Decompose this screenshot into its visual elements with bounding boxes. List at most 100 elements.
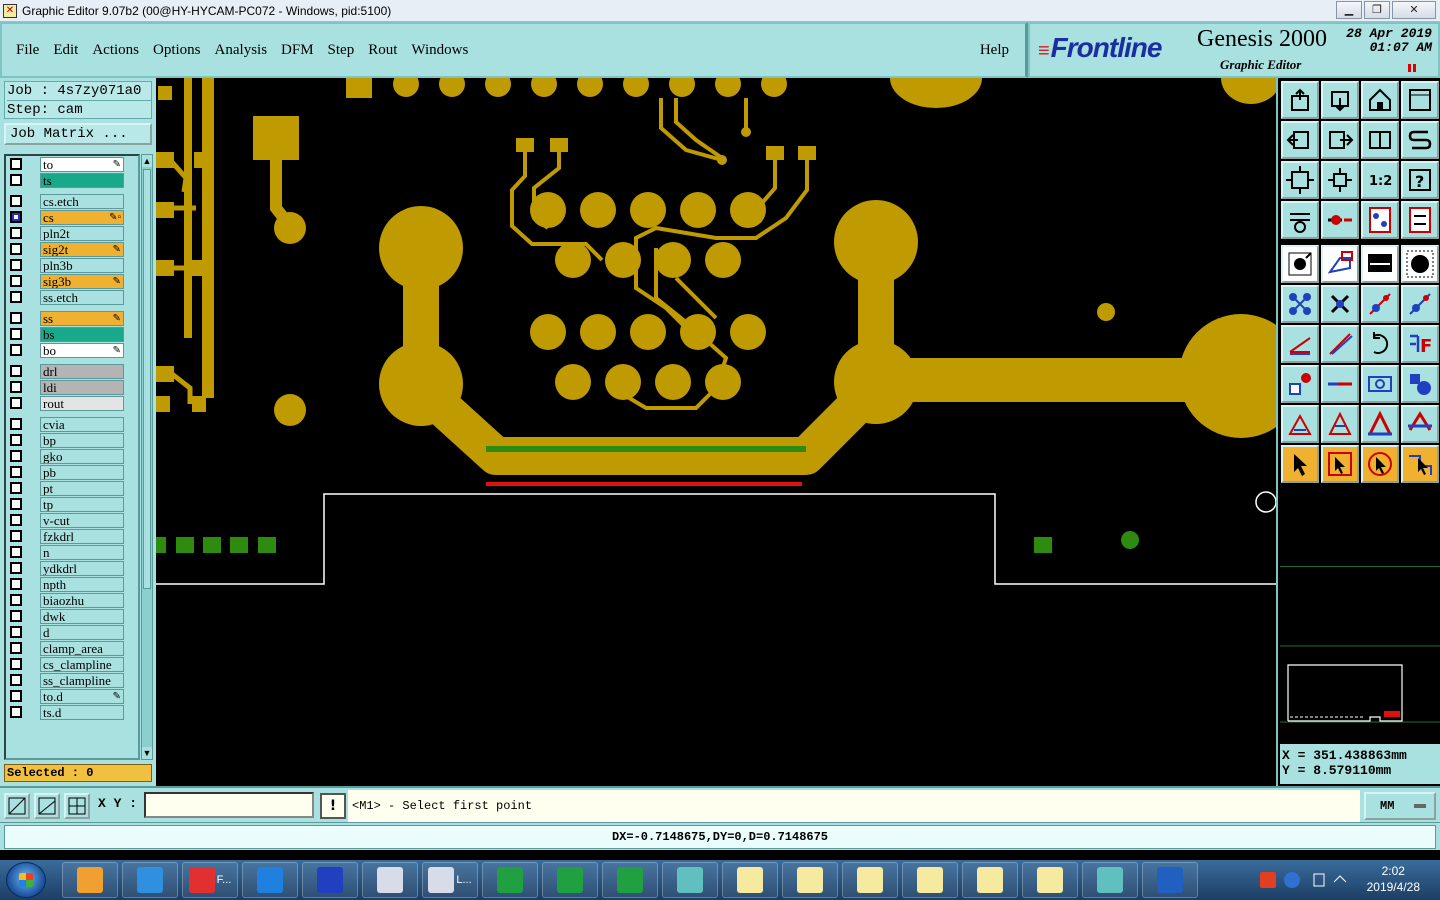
taskbar-app-0[interactable] [62, 862, 118, 898]
layer-row-bs[interactable]: bs [6, 326, 138, 342]
units-selector[interactable]: MM [1364, 792, 1436, 820]
overview-map[interactable] [1280, 566, 1440, 742]
layer-row-npth[interactable]: npth [6, 576, 138, 592]
layer-row-cs_clampline[interactable]: cs_clampline [6, 656, 138, 672]
taskbar-app-6[interactable]: L... [422, 862, 478, 898]
layer-checkbox[interactable] [10, 291, 22, 303]
layer-checkbox[interactable] [10, 275, 22, 287]
layer-row-v-cut[interactable]: v-cut [6, 512, 138, 528]
layer-checkbox[interactable] [10, 312, 22, 324]
layer-name[interactable]: clamp_area [40, 641, 124, 656]
start-button[interactable] [6, 862, 46, 898]
layer-row-pb[interactable]: pb [6, 464, 138, 480]
layer-name[interactable]: biaozhu [40, 593, 124, 608]
taskbar-app-7[interactable] [482, 862, 538, 898]
layer-row-gko[interactable]: gko [6, 448, 138, 464]
layer-name[interactable]: cs.etch [40, 194, 124, 209]
layer-name[interactable]: npth [40, 577, 124, 592]
taskbar-app-15[interactable] [962, 862, 1018, 898]
line-point-button[interactable] [1401, 285, 1439, 323]
select-poly-button[interactable] [1401, 445, 1439, 483]
layer-checkbox[interactable] [10, 610, 22, 622]
layer-scrollbar[interactable]: ▲ ▼ [141, 154, 153, 760]
minimize-button[interactable]: ▁ [1336, 1, 1362, 19]
triangle-a-button[interactable] [1321, 405, 1359, 443]
layer-name[interactable]: ldi [40, 380, 124, 395]
layer-name[interactable]: ss ✎ [40, 311, 124, 326]
slash-button[interactable] [1321, 325, 1359, 363]
circle-button[interactable] [1401, 245, 1439, 283]
layer-row-ss[interactable]: ss ✎ [6, 310, 138, 326]
probe-button[interactable] [1321, 201, 1359, 239]
taskbar-app-5[interactable] [362, 862, 418, 898]
shape-button[interactable] [1281, 365, 1319, 403]
taskbar-app-4[interactable] [302, 862, 358, 898]
menu-step[interactable]: Step [328, 42, 355, 59]
layer-name[interactable]: ydkdrl [40, 561, 124, 576]
layer-row-rout[interactable]: rout [6, 395, 138, 411]
layer-row-pt[interactable]: pt [6, 480, 138, 496]
layer-checkbox[interactable] [10, 562, 22, 574]
taskbar-app-8[interactable] [542, 862, 598, 898]
layer-row-d[interactable]: d [6, 624, 138, 640]
taskbar-app-14[interactable] [902, 862, 958, 898]
layer-checkbox[interactable] [10, 498, 22, 510]
pad-button[interactable] [1281, 245, 1319, 283]
layer-name[interactable]: pt [40, 481, 124, 496]
menu-options[interactable]: Options [153, 42, 201, 59]
layer-checkbox[interactable] [10, 211, 22, 223]
layer-row-cs.etch[interactable]: cs.etch [6, 193, 138, 209]
layer-name[interactable]: to ✎ [40, 157, 124, 172]
move-point-button[interactable] [1361, 285, 1399, 323]
layer-checkbox[interactable] [10, 259, 22, 271]
layer-row-tp[interactable]: tp [6, 496, 138, 512]
select-circle-button[interactable] [1361, 445, 1399, 483]
snap-button[interactable] [1401, 201, 1439, 239]
pointer-button[interactable] [1281, 445, 1319, 483]
layer-name[interactable]: ss_clampline [40, 673, 124, 688]
grid-box-button[interactable] [1361, 365, 1399, 403]
close-button[interactable]: ✕ [1392, 1, 1436, 19]
taskbar-app-18[interactable] [1142, 862, 1198, 898]
layer-row-sig3b[interactable]: sig3b ✎ [6, 273, 138, 289]
scroll-up-icon[interactable]: ▲ [142, 155, 152, 167]
layer-checkbox[interactable] [10, 381, 22, 393]
ruler-button[interactable] [1361, 245, 1399, 283]
job-matrix-button[interactable]: Job Matrix ... [4, 123, 152, 145]
layer-checkbox[interactable] [10, 418, 22, 430]
angle-button[interactable] [1281, 325, 1319, 363]
layer-row-cvia[interactable]: cvia [6, 416, 138, 432]
taskbar-app-10[interactable] [662, 862, 718, 898]
layer-checkbox[interactable] [10, 626, 22, 638]
layer-row-ts[interactable]: ts [6, 172, 138, 188]
layer-name[interactable]: drl [40, 364, 124, 379]
layer-row-fzkdrl[interactable]: fzkdrl [6, 528, 138, 544]
layer-row-drl[interactable]: drl [6, 363, 138, 379]
help-button[interactable]: ? [1401, 161, 1439, 199]
layer-name[interactable]: cvia [40, 417, 124, 432]
select-box-button[interactable] [1321, 445, 1359, 483]
layer-checkbox[interactable] [10, 690, 22, 702]
layer-checkbox[interactable] [10, 466, 22, 478]
menu-edit[interactable]: Edit [53, 42, 78, 59]
mirror-f-button[interactable]: F [1401, 325, 1439, 363]
layer-row-ss_clampline[interactable]: ss_clampline [6, 672, 138, 688]
layer-checkbox[interactable] [10, 195, 22, 207]
left-arrow-button[interactable] [1281, 121, 1319, 159]
layer-name[interactable]: dwk [40, 609, 124, 624]
menu-rout[interactable]: Rout [368, 42, 397, 59]
layer-checkbox[interactable] [10, 658, 22, 670]
layer-checkbox[interactable] [10, 174, 22, 186]
home-button[interactable] [1361, 81, 1399, 119]
taskbar-clock[interactable]: 2:02 2019/4/28 [1367, 863, 1420, 895]
taskbar-app-13[interactable] [842, 862, 898, 898]
layer-checkbox[interactable] [10, 328, 22, 340]
zoom-button[interactable] [1321, 161, 1359, 199]
save-button[interactable] [1321, 81, 1359, 119]
s-button[interactable] [1401, 121, 1439, 159]
taskbar-app-17[interactable] [1082, 862, 1138, 898]
taskbar-app-16[interactable] [1022, 862, 1078, 898]
layer-row-ts.d[interactable]: ts.d [6, 704, 138, 720]
layer-checkbox[interactable] [10, 434, 22, 446]
layer-name[interactable]: bp [40, 433, 124, 448]
